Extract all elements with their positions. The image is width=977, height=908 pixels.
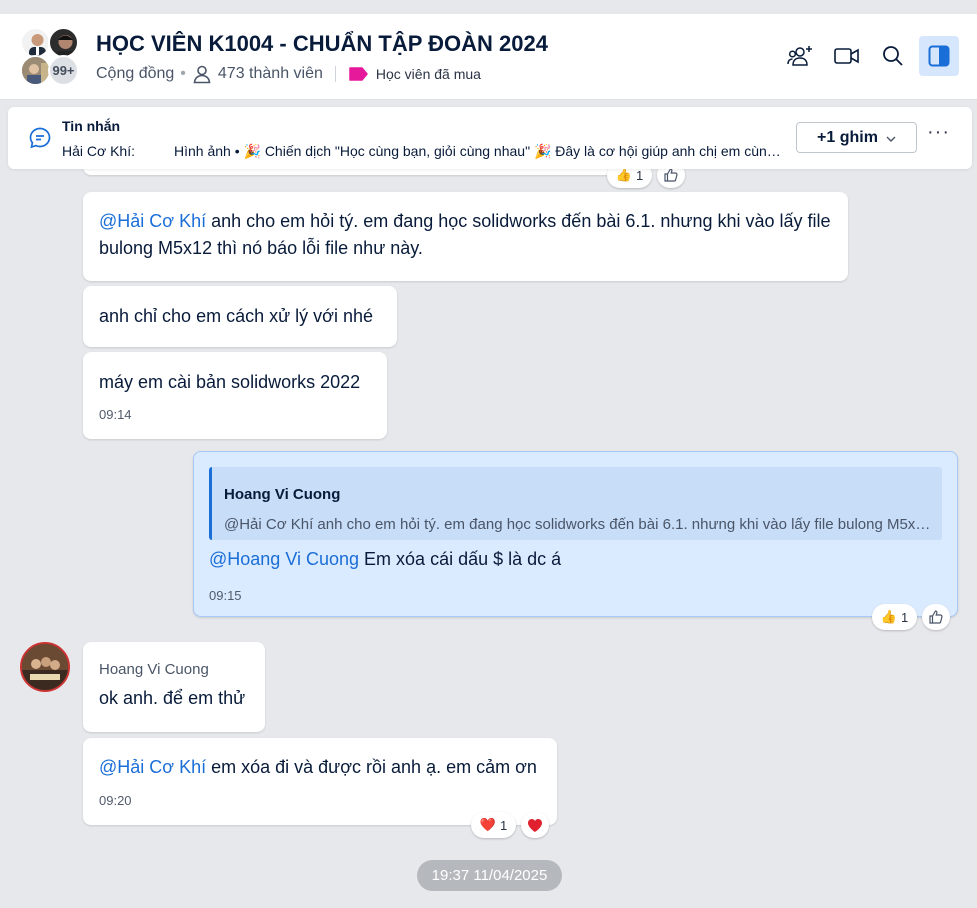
search-icon[interactable]	[873, 36, 913, 76]
reaction-summary[interactable]: 👍 1	[872, 604, 917, 630]
more-pins-label: +1 ghim	[817, 128, 878, 146]
reply-content: @Hoang Vi Cuong Em xóa cái dấu $ là dc á	[209, 546, 561, 573]
reaction-summary[interactable]: ❤️ 1	[471, 812, 516, 838]
member-avatar	[20, 55, 51, 86]
member-avatar	[20, 27, 51, 58]
group-title: HỌC VIÊN K1004 - CHUẨN TẬP ĐOÀN 2024	[96, 31, 548, 56]
thumbs-up-emoji: 👍	[880, 609, 897, 624]
divider	[334, 66, 336, 82]
pinned-title: Tin nhắn	[62, 118, 121, 134]
message-text: Em xóa cái dấu $ là dc á	[359, 549, 562, 569]
message-bubble[interactable]: anh chỉ cho em cách xử lý với nhé	[83, 286, 397, 347]
add-reaction-button[interactable]	[521, 812, 549, 838]
heart-icon	[528, 818, 542, 832]
message-text: ok anh. để em thử	[99, 688, 246, 708]
mention-link[interactable]: @Hải Cơ Khí	[99, 757, 206, 777]
group-type: Cộng đồng	[96, 65, 175, 82]
thumbs-up-icon	[929, 610, 943, 624]
more-options-icon[interactable]: ···	[927, 121, 950, 144]
add-reaction-button[interactable]	[922, 604, 950, 630]
more-members-count: 99+	[48, 55, 79, 86]
group-avatar[interactable]: 99+	[20, 27, 82, 87]
message-text: anh chỉ cho em cách xử lý với nhé	[99, 306, 373, 326]
message-time: 09:15	[209, 588, 242, 603]
quoted-sender: Hoang Vi Cuong	[224, 486, 341, 503]
pinned-message-bar[interactable]: Tin nhắn Hải Cơ Khí: Hình ảnh • 🎉 Chiến d…	[8, 107, 972, 169]
heart-emoji: ❤️	[479, 817, 496, 832]
member-avatar	[48, 27, 79, 58]
quoted-text: @Hải Cơ Khí anh cho em hỏi tý. em đang h…	[224, 516, 936, 533]
group-meta: Cộng đồng • 473 thành viên Học viên đã m…	[96, 64, 481, 84]
thumbs-up-icon	[664, 168, 678, 182]
message-bubble[interactable]: máy em cài bản solidworks 2022 09:14	[83, 352, 387, 439]
more-pins-button[interactable]: +1 ghim	[796, 122, 917, 153]
reaction-count: 1	[635, 167, 644, 183]
tag-icon	[348, 67, 368, 81]
add-member-icon[interactable]	[781, 36, 821, 76]
mention-link[interactable]: @Hải Cơ Khí	[99, 211, 206, 231]
member-count[interactable]: 473 thành viên	[218, 65, 323, 83]
mention-link[interactable]: @Hoang Vi Cuong	[209, 549, 359, 569]
my-message-bubble[interactable]: Hoang Vi Cuong @Hải Cơ Khí anh cho em hỏ…	[193, 451, 958, 617]
pinned-sender: Hải Cơ Khí:	[62, 143, 135, 159]
message-text: anh cho em hỏi tý. em đang học solidwork…	[99, 211, 831, 258]
video-call-icon[interactable]	[827, 36, 867, 76]
quoted-message[interactable]: Hoang Vi Cuong @Hải Cơ Khí anh cho em hỏ…	[209, 467, 942, 540]
message-time: 09:20	[99, 793, 132, 808]
message-text: máy em cài bản solidworks 2022	[99, 372, 361, 392]
conversation-header: 99+ HỌC VIÊN K1004 - CHUẨN TẬP ĐOÀN 2024…	[0, 14, 977, 100]
sidebar-toggle-icon[interactable]	[919, 36, 959, 76]
header-actions	[781, 36, 959, 76]
sender-name[interactable]: Hoang Vi Cuong	[99, 659, 249, 681]
sender-avatar[interactable]	[20, 642, 70, 692]
person-icon	[192, 64, 212, 84]
separator-dot: •	[180, 65, 186, 82]
group-tag-label[interactable]: Học viên đã mua	[376, 66, 481, 82]
reaction-count: 1	[499, 817, 508, 833]
reaction-count: 1	[900, 609, 909, 625]
pinned-preview: Hình ảnh • 🎉 Chiến dịch "Học cùng bạn, g…	[174, 143, 788, 159]
date-separator: 19:37 11/04/2025	[417, 860, 562, 891]
message-bubble[interactable]: @Hải Cơ Khí anh cho em hỏi tý. em đang h…	[83, 192, 848, 281]
chat-bubble-icon	[28, 126, 52, 155]
message-bubble[interactable]: Hoang Vi Cuong ok anh. để em thử	[83, 642, 265, 732]
pinned-preview-line: Hải Cơ Khí: Hình ảnh • 🎉 Chiến dịch "Học …	[62, 143, 788, 160]
message-time: 09:14	[99, 407, 132, 422]
chevron-down-icon	[886, 129, 896, 147]
thumbs-up-emoji: 👍	[615, 167, 632, 182]
message-text: em xóa đi và được rồi anh ạ. em cảm ơn	[206, 757, 537, 777]
